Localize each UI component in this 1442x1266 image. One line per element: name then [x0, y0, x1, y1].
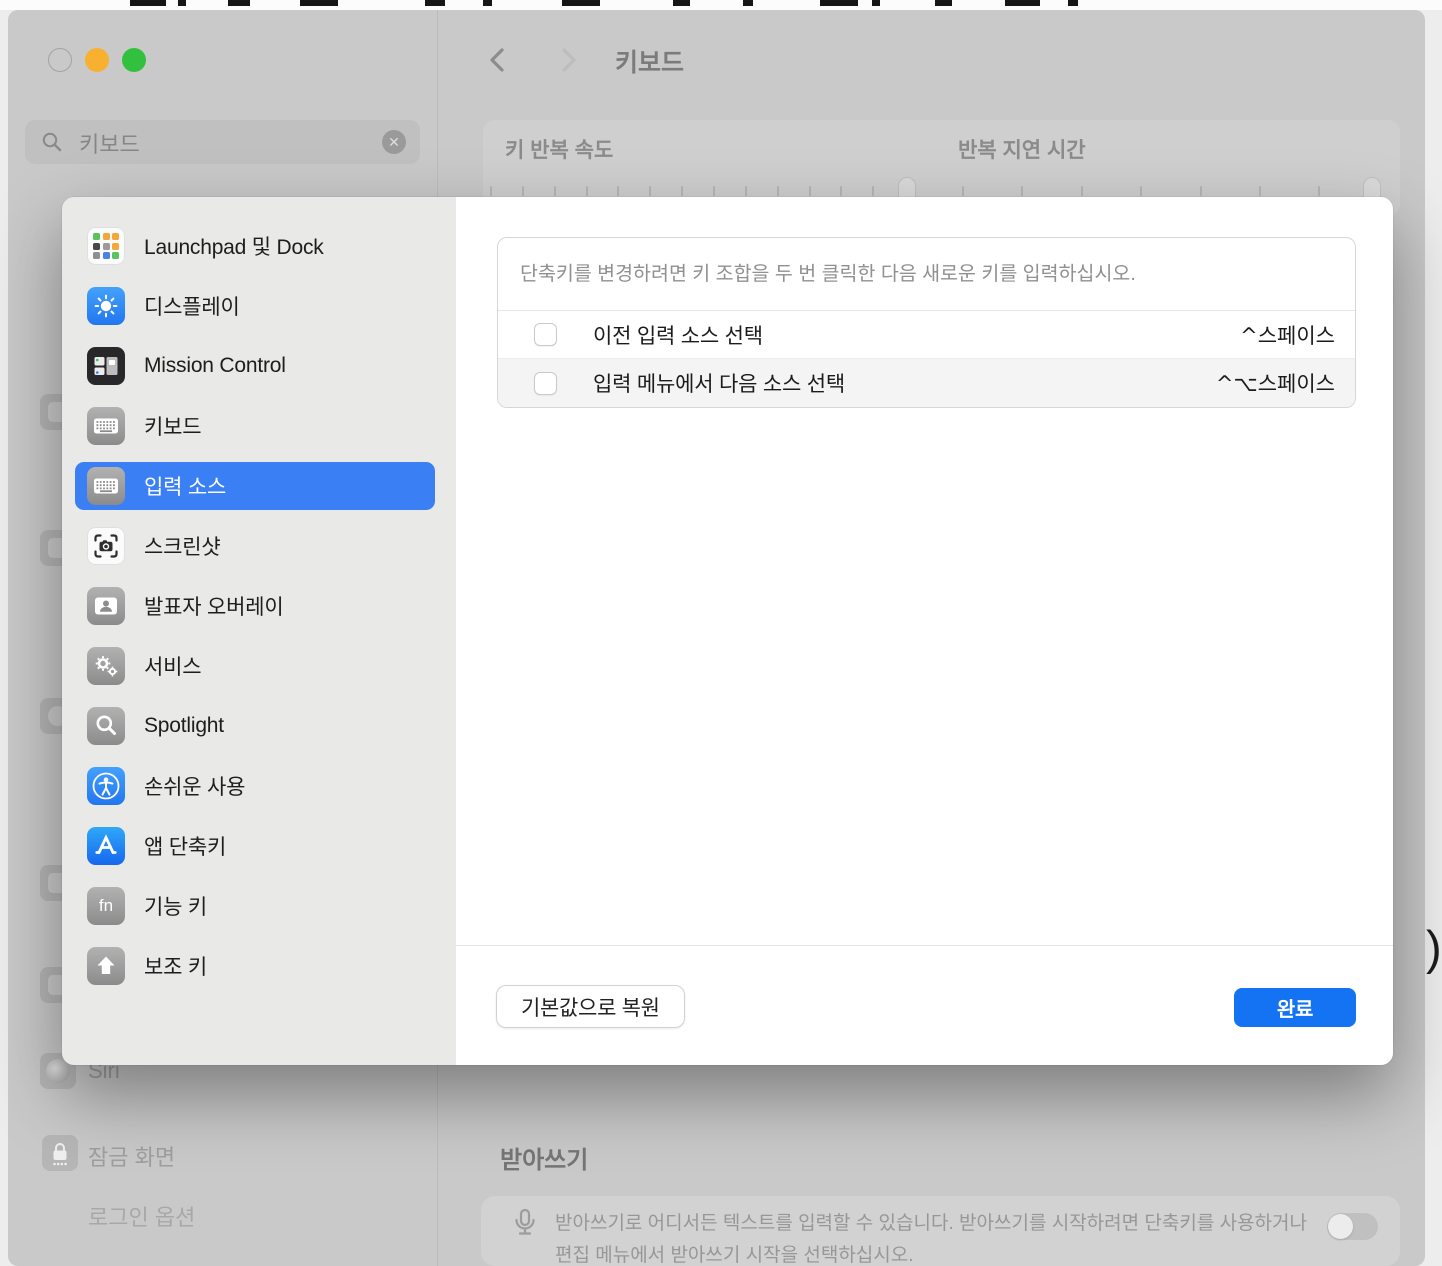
sidebar-item-label: 디스플레이	[144, 291, 240, 321]
restore-defaults-button[interactable]: 기본값으로 복원	[496, 985, 685, 1028]
search-field[interactable]: ✕	[25, 120, 420, 164]
sidebar-item-services[interactable]: 서비스	[75, 642, 435, 690]
sidebar-item-lock-screen[interactable]: 잠금 화면	[88, 1140, 175, 1172]
fn-key-icon: fn	[87, 887, 125, 925]
zoom-button[interactable]	[122, 48, 146, 72]
sidebar-item-app-shortcuts[interactable]: 앱 단축키	[75, 822, 435, 870]
shortcuts-table: 단축키를 변경하려면 키 조합을 두 번 클릭한 다음 새로운 키를 입력하십시…	[497, 237, 1356, 408]
search-icon	[41, 131, 63, 153]
sidebar-item-label: 서비스	[144, 651, 201, 681]
page-title: 키보드	[615, 43, 684, 79]
keyboard-icon	[87, 407, 125, 445]
sidebar-item-screenshots[interactable]: 스크린샷	[75, 522, 435, 570]
microphone-icon	[508, 1206, 542, 1256]
sidebar-item-label: 손쉬운 사용	[144, 771, 245, 801]
dictation-heading: 받아쓰기	[500, 1140, 588, 1175]
shortcut-row[interactable]: 이전 입력 소스 선택 ^스페이스	[498, 311, 1355, 358]
close-button[interactable]	[48, 48, 72, 72]
repeat-delay-label: 반복 지연 시간	[958, 134, 1086, 164]
shortcut-label: 입력 메뉴에서 다음 소스 선택	[593, 368, 845, 398]
search-input[interactable]	[77, 120, 361, 166]
spotlight-icon	[87, 707, 125, 745]
sidebar-item-label: 기능 키	[144, 891, 207, 921]
app-store-icon	[87, 827, 125, 865]
shortcut-keys[interactable]: ^⌥스페이스	[1216, 368, 1335, 398]
accessibility-icon	[87, 767, 125, 805]
screenshot-icon	[87, 527, 125, 565]
sidebar-item-label: Mission Control	[144, 354, 286, 378]
sidebar-item-input-sources[interactable]: 입력 소스	[75, 462, 435, 510]
sidebar-item-label: 발표자 오버레이	[144, 591, 283, 621]
minimize-button[interactable]	[85, 48, 109, 72]
back-chevron-icon[interactable]	[485, 46, 511, 74]
screen: ) ✕ 키보드 키 반복 속도 반복 지연 시간	[0, 0, 1442, 1266]
dictation-description-line2: 편집 메뉴에서 받아쓰기 시작을 선택하십시오.	[555, 1240, 914, 1266]
display-icon	[87, 287, 125, 325]
sidebar-item-label: 스크린샷	[144, 531, 220, 561]
key-repeat-label: 키 반복 속도	[505, 134, 613, 164]
instruction-text: 단축키를 변경하려면 키 조합을 두 번 클릭한 다음 새로운 키를 입력하십시…	[498, 238, 1355, 311]
forward-chevron-icon[interactable]	[555, 46, 581, 74]
shortcut-checkbox[interactable]	[534, 372, 557, 395]
sidebar-item-modifier-keys[interactable]: 보조 키	[75, 942, 435, 990]
sidebar-item-label: 보조 키	[144, 951, 207, 981]
sidebar-item-label: Spotlight	[144, 714, 224, 738]
sheet-sidebar: Launchpad 및 Dock	[62, 197, 456, 1065]
desktop-text-fragment: )	[1426, 920, 1442, 975]
mission-control-icon	[87, 347, 125, 385]
sidebar-item-mission-control[interactable]: Mission Control	[75, 342, 435, 390]
desktop-text-fragment-strip	[0, 0, 1442, 10]
sidebar-item-presenter-overlay[interactable]: 발표자 오버레이	[75, 582, 435, 630]
sidebar-item-label: 키보드	[144, 411, 201, 441]
shortcut-row[interactable]: 입력 메뉴에서 다음 소스 선택 ^⌥스페이스	[498, 358, 1355, 407]
shortcut-keys[interactable]: ^스페이스	[1240, 320, 1335, 350]
sidebar-item-function-keys[interactable]: fn 기능 키	[75, 882, 435, 930]
clear-search-icon[interactable]: ✕	[382, 130, 406, 154]
sidebar-item-launchpad-dock[interactable]: Launchpad 및 Dock	[75, 222, 435, 270]
sidebar-item-accessibility[interactable]: 손쉬운 사용	[75, 762, 435, 810]
dictation-card: 받아쓰기로 어디서든 텍스트를 입력할 수 있습니다. 받아쓰기를 시작하려면 …	[481, 1196, 1400, 1266]
sidebar-item-spotlight[interactable]: Spotlight	[75, 702, 435, 750]
shortcut-checkbox[interactable]	[534, 323, 557, 346]
sidebar-item-login-options[interactable]: 로그인 옵션	[88, 1200, 195, 1232]
dictation-description-line1: 받아쓰기로 어디서든 텍스트를 입력할 수 있습니다. 받아쓰기를 시작하려면 …	[555, 1208, 1307, 1235]
sidebar-item-label: 앱 단축키	[144, 831, 226, 861]
launchpad-dock-icon	[87, 227, 125, 265]
sidebar-item-label: Launchpad 및 Dock	[144, 231, 324, 261]
done-button[interactable]: 완료	[1234, 988, 1356, 1027]
shortcut-label: 이전 입력 소스 선택	[593, 320, 763, 350]
services-gears-icon	[87, 647, 125, 685]
input-sources-icon	[87, 467, 125, 505]
sidebar-item-label: 입력 소스	[144, 471, 226, 501]
sidebar-item-display[interactable]: 디스플레이	[75, 282, 435, 330]
sheet-content: 단축키를 변경하려면 키 조합을 두 번 클릭한 다음 새로운 키를 입력하십시…	[456, 197, 1393, 1065]
dictation-toggle[interactable]	[1327, 1213, 1378, 1240]
footer-divider	[456, 945, 1393, 946]
lock-screen-icon	[42, 1135, 78, 1171]
presenter-overlay-icon	[87, 587, 125, 625]
sidebar-item-keyboard[interactable]: 키보드	[75, 402, 435, 450]
shift-arrow-icon	[87, 947, 125, 985]
keyboard-shortcuts-sheet: Launchpad 및 Dock	[62, 197, 1393, 1065]
